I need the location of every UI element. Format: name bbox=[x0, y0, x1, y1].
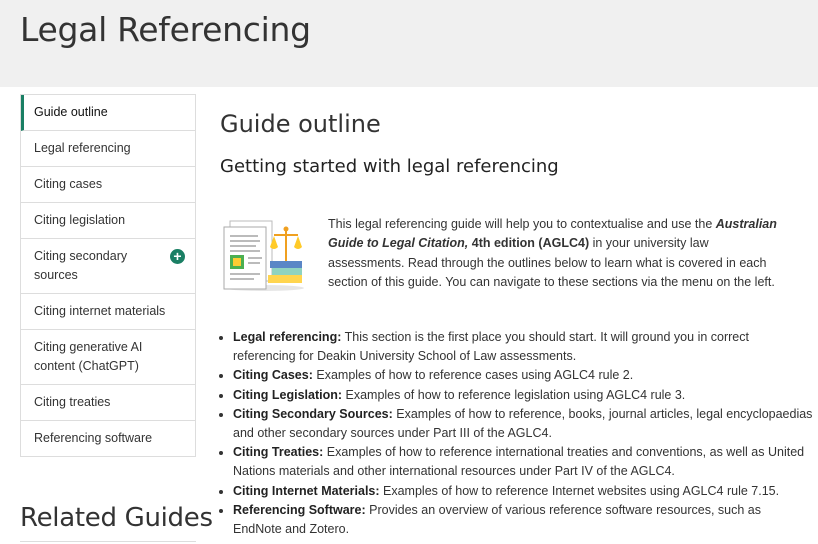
sidebar-item-citing-legislation[interactable]: Citing legislation bbox=[21, 203, 195, 239]
sidebar-item-citing-treaties[interactable]: Citing treaties bbox=[21, 385, 195, 421]
sidebar-item-referencing-software[interactable]: Referencing software bbox=[21, 421, 195, 457]
list-item: Legal referencing: This section is the f… bbox=[233, 328, 813, 366]
section-heading: Guide outline bbox=[220, 110, 381, 138]
list-item: Citing Legislation: Examples of how to r… bbox=[233, 386, 813, 405]
page-banner: Legal Referencing bbox=[0, 0, 818, 87]
sidebar-item-label: Legal referencing bbox=[34, 141, 131, 155]
sidebar-item-label: Referencing software bbox=[34, 431, 153, 445]
sidebar-item-citing-internet-materials[interactable]: Citing internet materials bbox=[21, 294, 195, 330]
list-item: Citing Cases: Examples of how to referen… bbox=[233, 366, 813, 385]
sidebar-item-legal-referencing[interactable]: Legal referencing bbox=[21, 131, 195, 167]
sidebar-item-guide-outline[interactable]: Guide outline bbox=[21, 95, 195, 131]
sidebar-item-label: Citing cases bbox=[34, 177, 103, 191]
sidebar-item-label: Citing internet materials bbox=[34, 304, 166, 318]
sidebar-item-label: Citing treaties bbox=[34, 395, 111, 409]
expand-plus-icon[interactable]: + bbox=[170, 249, 185, 264]
section-subheading: Getting started with legal referencing bbox=[220, 156, 559, 177]
sidebar-item-citing-secondary-sources[interactable]: Citing secondary sources + bbox=[21, 239, 195, 294]
outline-list: Legal referencing: This section is the f… bbox=[220, 328, 813, 539]
legal-documents-illustration bbox=[223, 220, 304, 291]
sidebar-item-label: Citing generative AI content (ChatGPT) bbox=[34, 340, 143, 373]
intro-paragraph: This legal referencing guide will help y… bbox=[328, 217, 777, 290]
list-item: Citing Secondary Sources: Examples of ho… bbox=[233, 405, 813, 443]
related-guides-heading: Related Guides bbox=[20, 503, 213, 533]
sidebar-item-label: Guide outline bbox=[34, 105, 108, 119]
sidebar-item-label: Citing secondary sources bbox=[34, 249, 128, 282]
main-content: Guide outline Getting started with legal… bbox=[220, 110, 812, 536]
sidebar-item-citing-generative-ai[interactable]: Citing generative AI content (ChatGPT) bbox=[21, 330, 195, 385]
list-item: Referencing Software: Provides an overvi… bbox=[233, 501, 813, 539]
guide-sidebar: Guide outline Legal referencing Citing c… bbox=[20, 94, 196, 457]
sidebar-item-label: Citing legislation bbox=[34, 213, 126, 227]
related-guides-divider bbox=[20, 541, 196, 542]
list-item: Citing Internet Materials: Examples of h… bbox=[233, 482, 813, 501]
sidebar-item-citing-cases[interactable]: Citing cases bbox=[21, 167, 195, 203]
sidebar-nav: Guide outline Legal referencing Citing c… bbox=[20, 94, 196, 457]
list-item: Citing Treaties: Examples of how to refe… bbox=[233, 443, 813, 481]
page-title: Legal Referencing bbox=[20, 10, 311, 49]
